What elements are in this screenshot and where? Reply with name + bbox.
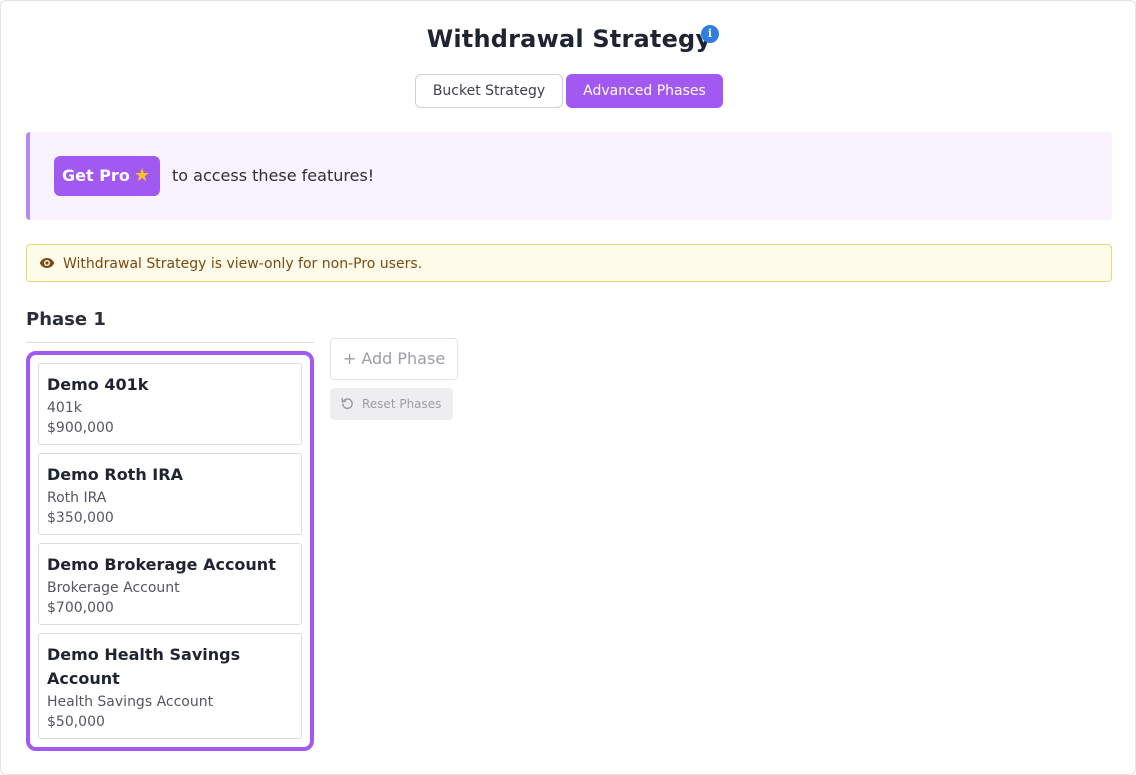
- withdrawal-strategy-panel: Withdrawal Strategy i Bucket Strategy Ad…: [0, 0, 1136, 775]
- phase-title: Phase 1: [26, 309, 106, 330]
- phase-1-drop-zone[interactable]: Demo 401k 401k $900,000 Demo Roth IRA Ro…: [26, 351, 314, 751]
- phase-divider: [26, 342, 314, 343]
- account-name: Demo Brokerage Account: [47, 555, 276, 574]
- star-icon: ★: [134, 165, 151, 186]
- page-title: Withdrawal Strategy: [426, 25, 712, 53]
- eye-icon: [39, 258, 55, 268]
- get-pro-button[interactable]: Get Pro ★: [54, 156, 160, 196]
- account-type: Roth IRA: [47, 490, 107, 506]
- add-phase-button[interactable]: + Add Phase: [330, 338, 458, 380]
- account-value: $700,000: [47, 600, 114, 616]
- title-row: Withdrawal Strategy: [1, 25, 1136, 53]
- account-name: Demo 401k: [47, 375, 149, 394]
- reset-icon: [341, 397, 353, 410]
- account-type: Brokerage Account: [47, 580, 180, 596]
- pro-upsell-banner: Get Pro ★ to access these features!: [26, 132, 1112, 220]
- view-only-notice: Withdrawal Strategy is view-only for non…: [26, 244, 1112, 282]
- account-value: $350,000: [47, 510, 114, 526]
- get-pro-label: Get Pro: [62, 166, 130, 185]
- account-name: Demo Roth IRA: [47, 465, 183, 484]
- account-card-hsa[interactable]: Demo Health Savings Account Health Savin…: [38, 633, 302, 739]
- account-value: $50,000: [47, 714, 105, 730]
- reset-phases-label: Reset Phases: [362, 397, 442, 411]
- account-name: Demo Health Savings Account: [47, 645, 241, 688]
- info-icon[interactable]: i: [701, 25, 719, 43]
- account-type: Health Savings Account: [47, 694, 214, 710]
- reset-phases-button[interactable]: Reset Phases: [330, 388, 453, 420]
- tab-bucket-strategy[interactable]: Bucket Strategy: [415, 74, 563, 108]
- account-card-roth-ira[interactable]: Demo Roth IRA Roth IRA $350,000: [38, 453, 302, 535]
- account-type: 401k: [47, 400, 82, 416]
- tab-advanced-phases[interactable]: Advanced Phases: [566, 74, 723, 108]
- account-card-brokerage[interactable]: Demo Brokerage Account Brokerage Account…: [38, 543, 302, 625]
- view-only-notice-text: Withdrawal Strategy is view-only for non…: [63, 256, 423, 272]
- account-value: $900,000: [47, 420, 114, 436]
- account-card-401k[interactable]: Demo 401k 401k $900,000: [38, 363, 302, 445]
- pro-banner-text: to access these features!: [172, 166, 375, 185]
